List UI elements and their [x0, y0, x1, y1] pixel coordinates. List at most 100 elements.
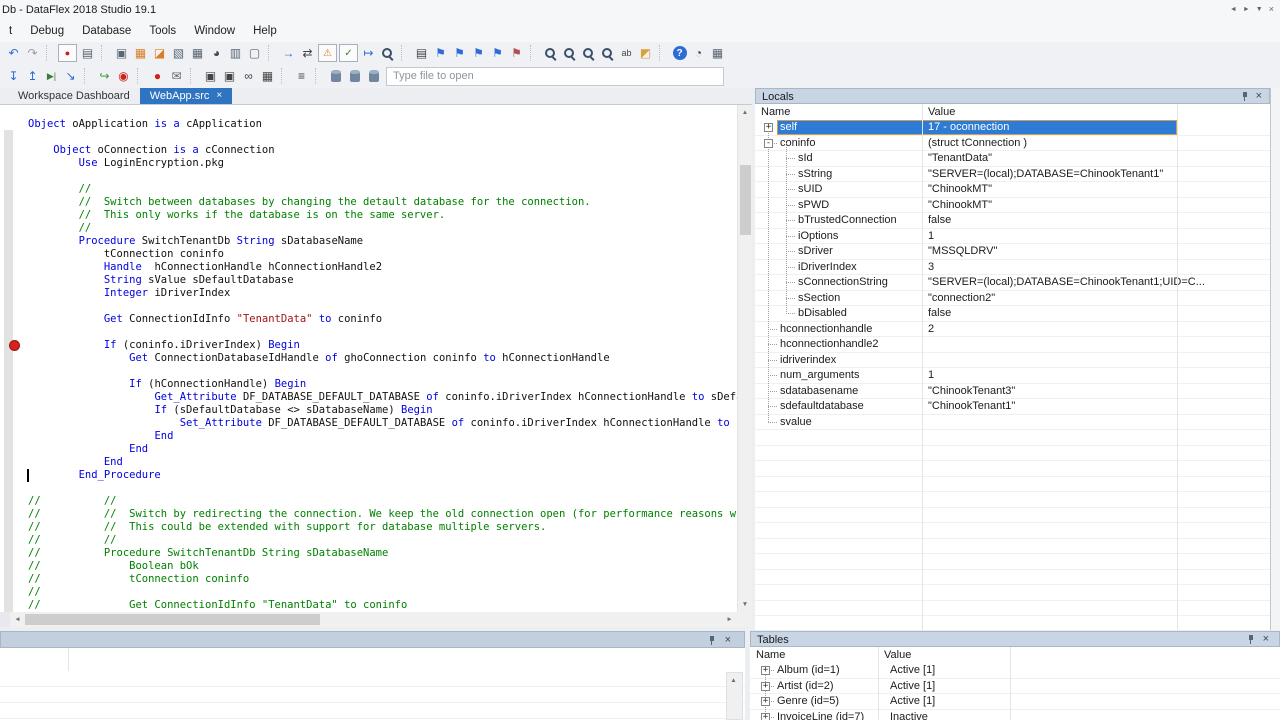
- locals-row[interactable]: -coninfo(struct tConnection ): [755, 136, 1270, 152]
- find-next-icon[interactable]: [579, 44, 598, 62]
- file-open-input[interactable]: [386, 67, 724, 86]
- breakpoint-marker[interactable]: [9, 340, 20, 351]
- scroll-right-arrow-icon[interactable]: ►: [722, 612, 737, 627]
- find-file-icon[interactable]: [378, 44, 397, 62]
- find-in-files-icon[interactable]: [598, 44, 617, 62]
- locals-row[interactable]: hconnectionhandle2: [755, 322, 1270, 338]
- code-line[interactable]: // //: [0, 495, 752, 508]
- goto-definition-icon[interactable]: →: [279, 44, 298, 62]
- locals-row[interactable]: iOptions1: [755, 229, 1270, 245]
- clear-bookmarks-icon[interactable]: ⚑: [507, 44, 526, 62]
- code-line[interactable]: //: [0, 183, 752, 196]
- code-line[interactable]: Use LoginEncryption.pkg: [0, 157, 752, 170]
- scroll-right-icon[interactable]: ►: [1243, 6, 1250, 13]
- expand-toggle-icon[interactable]: +: [761, 697, 770, 706]
- code-line[interactable]: End: [0, 456, 752, 469]
- tab-list-dropdown-icon[interactable]: ▼: [1256, 6, 1263, 13]
- vertical-scroll-thumb[interactable]: [740, 165, 751, 235]
- step-into-icon[interactable]: ↘: [61, 67, 80, 85]
- locals-row[interactable]: svalue: [755, 415, 1270, 431]
- code-line[interactable]: Object oApplication is a cApplication: [0, 118, 752, 131]
- locals-row[interactable]: sString"SERVER=(local);DATABASE=ChinookT…: [755, 167, 1270, 183]
- menu-window[interactable]: Window: [185, 22, 244, 40]
- tables-row[interactable]: +InvoiceLine (id=7)Inactive: [750, 710, 1280, 720]
- locals-row[interactable]: sPWD"ChinookMT": [755, 198, 1270, 214]
- tab-workspace-dashboard[interactable]: Workspace Dashboard: [8, 88, 140, 104]
- locals-row[interactable]: idriverindex: [755, 353, 1270, 369]
- expand-toggle-icon[interactable]: +: [764, 123, 773, 132]
- scroll-left-icon[interactable]: ◄: [1230, 6, 1237, 13]
- locals-row[interactable]: bDisabledfalse: [755, 306, 1270, 322]
- expand-toggle-icon[interactable]: +: [761, 682, 770, 691]
- previous-bookmark-icon[interactable]: ⚑: [450, 44, 469, 62]
- scroll-left-arrow-icon[interactable]: ◄: [10, 612, 25, 627]
- toggle-breakpoint-icon[interactable]: ●: [148, 67, 167, 85]
- code-line[interactable]: Object oConnection is a cConnection: [0, 144, 752, 157]
- locals-row[interactable]: sUID"ChinookMT": [755, 182, 1270, 198]
- find-icon[interactable]: [541, 44, 560, 62]
- code-line[interactable]: Handle hConnectionHandle hConnectionHand…: [0, 261, 752, 274]
- run-to-cursor-icon[interactable]: ▶|: [42, 67, 61, 85]
- right-dock-strip[interactable]: [1270, 88, 1280, 630]
- locals-row[interactable]: iDriverIndex3: [755, 260, 1270, 276]
- code-line[interactable]: // // This could be extended with suppor…: [0, 521, 752, 534]
- table-viewer-icon[interactable]: ▦: [188, 44, 207, 62]
- code-line[interactable]: [0, 326, 752, 339]
- start-debugging-icon[interactable]: ↪: [95, 67, 114, 85]
- code-line[interactable]: Procedure SwitchTenantDb String sDatabas…: [0, 235, 752, 248]
- next-bookmark-group-icon[interactable]: ⚑: [488, 44, 507, 62]
- call-stack-window-icon[interactable]: ▦: [258, 67, 277, 85]
- code-editor[interactable]: Object oApplication is a cApplication Ob…: [0, 105, 752, 612]
- column-divider[interactable]: [878, 647, 879, 663]
- locals-row[interactable]: sDriver"MSSQLDRV": [755, 244, 1270, 260]
- stop-debugging-icon[interactable]: ◉: [114, 67, 133, 85]
- code-line[interactable]: //: [0, 586, 752, 599]
- locals-row[interactable]: sId"TenantData": [755, 151, 1270, 167]
- scroll-up-arrow-icon[interactable]: ▲: [727, 673, 740, 687]
- record-macro-icon[interactable]: ●: [58, 44, 77, 62]
- database-builder-icon[interactable]: ▥: [226, 44, 245, 62]
- code-line[interactable]: Get_Attribute DF_DATABASE_DEFAULT_DATABA…: [0, 391, 752, 404]
- find-previous-icon[interactable]: [560, 44, 579, 62]
- previous-bookmark-group-icon[interactable]: ⚑: [431, 44, 450, 62]
- bottom-panel-scrollbar[interactable]: ▲: [726, 672, 743, 720]
- code-line[interactable]: End: [0, 443, 752, 456]
- database-explorer-icon[interactable]: [326, 67, 345, 85]
- menu-t[interactable]: t: [0, 22, 21, 40]
- locals-row[interactable]: sdatabasename"ChinookTenant3": [755, 384, 1270, 400]
- go-to-line-icon[interactable]: ↦: [359, 44, 378, 62]
- column-header-value[interactable]: Value: [928, 106, 955, 118]
- resource-monitor-icon[interactable]: ◔: [689, 44, 708, 62]
- code-line[interactable]: Integer iDriverIndex: [0, 287, 752, 300]
- code-line[interactable]: Get ConnectionDatabaseIdHandle of ghoCon…: [0, 352, 752, 365]
- code-line[interactable]: [0, 300, 752, 313]
- output-window-icon[interactable]: ▤: [412, 44, 431, 62]
- tab-webapp-src[interactable]: WebApp.src×: [140, 88, 233, 104]
- code-line[interactable]: If (coninfo.iDriverIndex) Begin: [0, 339, 752, 352]
- pin-icon[interactable]: [1241, 92, 1249, 102]
- code-area[interactable]: Object oApplication is a cApplication Ob…: [0, 118, 752, 612]
- breakpoints-window-icon[interactable]: ✉: [167, 67, 186, 85]
- locals-row[interactable]: hconnectionhandle2: [755, 337, 1270, 353]
- code-line[interactable]: If (sDefaultDatabase <> sDatabaseName) B…: [0, 404, 752, 417]
- menu-help[interactable]: Help: [244, 22, 286, 40]
- locals-row[interactable]: bTrustedConnectionfalse: [755, 213, 1270, 229]
- code-line[interactable]: End: [0, 430, 752, 443]
- close-document-icon[interactable]: ×: [1269, 4, 1274, 14]
- copy-properties-icon[interactable]: ▣: [112, 44, 131, 62]
- locals-row[interactable]: sConnectionString"SERVER=(local);DATABAS…: [755, 275, 1270, 291]
- code-line[interactable]: //: [0, 222, 752, 235]
- code-line[interactable]: [0, 131, 752, 144]
- tables-row[interactable]: +Artist (id=2)Active [1]: [750, 679, 1280, 695]
- horizontal-scrollbar[interactable]: ◄ ►: [0, 612, 752, 627]
- code-line[interactable]: End_Procedure: [0, 469, 752, 482]
- collapse-toggle-icon[interactable]: -: [764, 139, 773, 148]
- database-connect-icon[interactable]: [345, 67, 364, 85]
- code-line[interactable]: // // Switch by redirecting the connecti…: [0, 508, 752, 521]
- close-icon[interactable]: ×: [1256, 90, 1262, 103]
- code-line[interactable]: [0, 482, 752, 495]
- locals-row[interactable]: num_arguments1: [755, 368, 1270, 384]
- close-icon[interactable]: ×: [1263, 633, 1269, 646]
- code-line[interactable]: tConnection coninfo: [0, 248, 752, 261]
- code-line[interactable]: // //: [0, 534, 752, 547]
